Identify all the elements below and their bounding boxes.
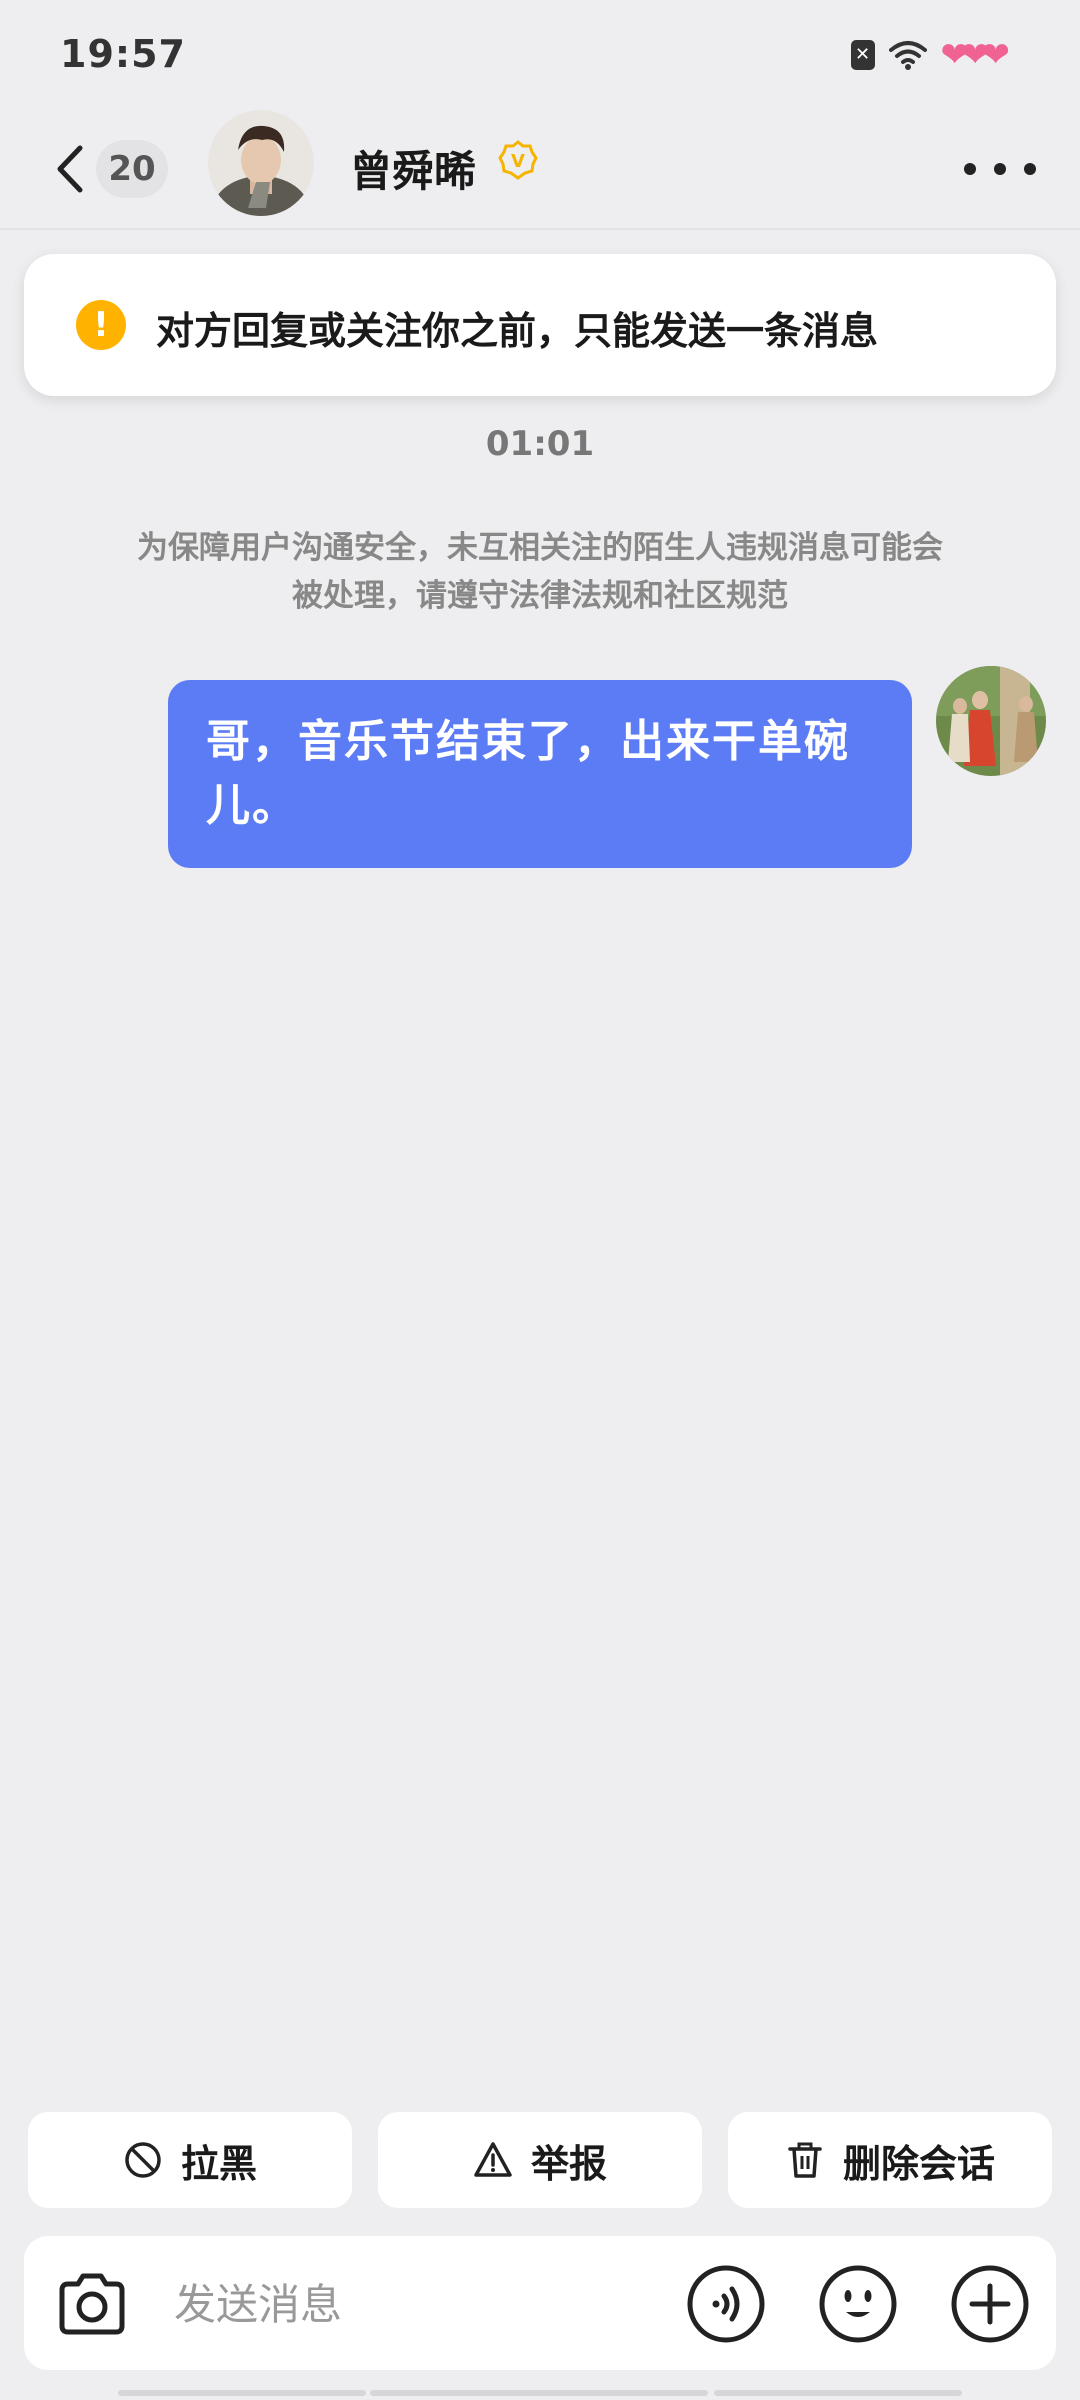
my-avatar[interactable] (936, 666, 1046, 776)
sim-off-icon: ✕ (850, 40, 875, 70)
message-composer (24, 2236, 1056, 2370)
message-limit-notice: ! 对方回复或关注你之前，只能发送一条消息 (24, 254, 1056, 396)
status-icons: ✕ ❤❤❤ (850, 35, 1011, 75)
more-dot-icon (994, 163, 1006, 175)
report-button[interactable]: 举报 (378, 2112, 702, 2208)
status-time: 19:57 (60, 32, 186, 76)
hearts-icon: ❤❤❤ (940, 35, 1011, 75)
wifi-icon (888, 41, 927, 70)
unread-count-badge: 20 (96, 140, 168, 198)
keyboard-hint-bar (714, 2390, 962, 2396)
delete-conversation-button[interactable]: 删除会话 (728, 2112, 1052, 2208)
warning-icon: ! (76, 300, 126, 350)
trash-icon (788, 2142, 822, 2178)
plus-icon[interactable] (950, 2264, 1030, 2344)
keyboard-hint-bar (118, 2390, 366, 2396)
message-input[interactable] (172, 2266, 676, 2342)
camera-icon[interactable] (52, 2264, 132, 2344)
voice-icon[interactable] (686, 2264, 766, 2344)
message-bubble[interactable]: 哥，音乐节结束了，出来干单碗儿。 (168, 680, 912, 868)
more-dot-icon (964, 163, 976, 175)
back-button[interactable]: 20 (52, 134, 172, 204)
emoji-icon[interactable] (818, 2264, 898, 2344)
verified-badge-icon: V (498, 140, 538, 180)
block-icon (125, 2142, 161, 2178)
message-timestamp: 01:01 (485, 424, 595, 464)
conversation-actions: 拉黑 举报 删除会话 (28, 2112, 1052, 2208)
chat-screen: 19:57 ✕ ❤❤❤ 20 曾舜晞 V ! 对方回复或关注你之前，只能发送一条… (0, 0, 1080, 2400)
chevron-left-icon (57, 145, 83, 193)
safety-notice: 为保障用户沟通安全，未互相关注的陌生人违规消息可能会被处理，请遵守法律法规和社区… (137, 530, 943, 614)
contact-name[interactable]: 曾舜晞 (350, 138, 476, 199)
block-label: 拉黑 (180, 2141, 257, 2186)
report-label: 举报 (530, 2141, 607, 2186)
chat-header: 20 曾舜晞 V (0, 110, 1080, 230)
block-button[interactable]: 拉黑 (28, 2112, 352, 2208)
more-options-button[interactable] (964, 144, 1036, 194)
keyboard-hint-bar (370, 2390, 708, 2396)
contact-avatar[interactable] (208, 110, 314, 216)
more-dot-icon (1024, 163, 1036, 175)
warning-icon (474, 2142, 512, 2177)
notice-text: 对方回复或关注你之前，只能发送一条消息 (156, 309, 879, 353)
status-bar: 19:57 ✕ ❤❤❤ (0, 0, 1080, 110)
delete-conversation-label: 删除会话 (842, 2141, 995, 2186)
svg-text:V: V (511, 151, 525, 172)
